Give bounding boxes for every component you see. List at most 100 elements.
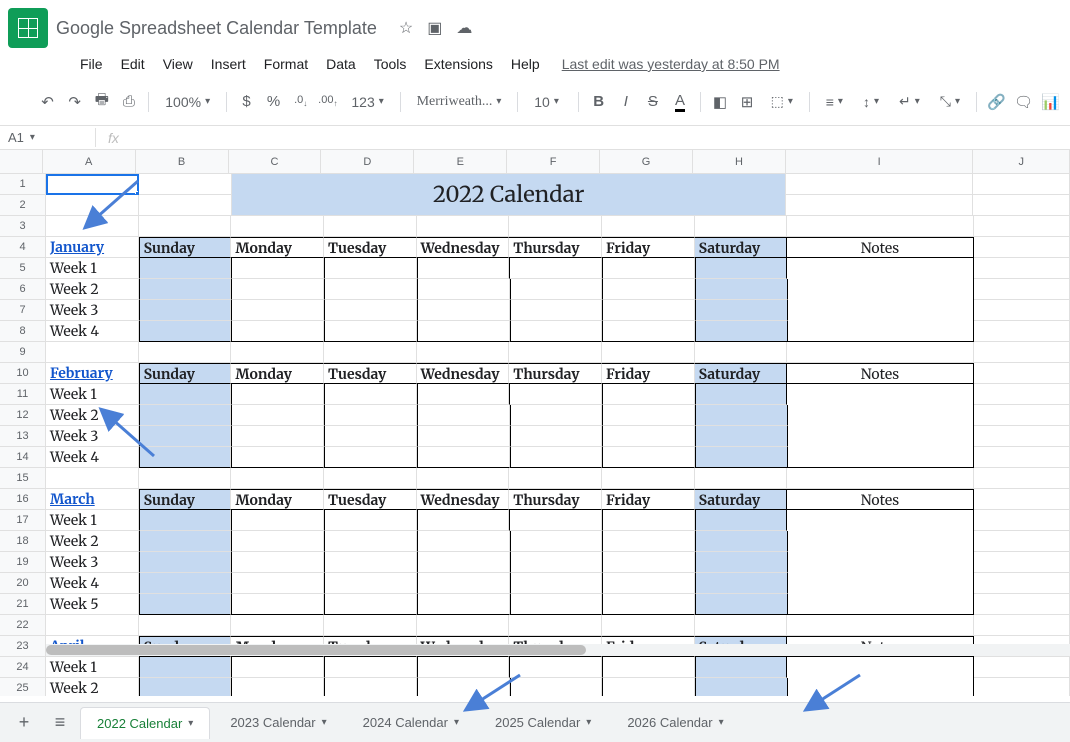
- redo-button[interactable]: ↷: [63, 88, 86, 116]
- sheets-logo[interactable]: [8, 8, 48, 48]
- day-header[interactable]: Sunday: [139, 489, 232, 510]
- wrap-button[interactable]: ↵▾: [891, 93, 928, 110]
- day-header[interactable]: Wednesday: [417, 363, 510, 384]
- cell[interactable]: [324, 678, 417, 696]
- cell[interactable]: [786, 174, 973, 195]
- notes-cell[interactable]: [787, 510, 973, 615]
- row-header-12[interactable]: 12: [0, 405, 46, 426]
- italic-button[interactable]: I: [614, 88, 637, 116]
- cell[interactable]: [974, 300, 1070, 321]
- cell[interactable]: [974, 531, 1070, 552]
- week-label[interactable]: Week 4: [46, 573, 139, 594]
- select-all-corner[interactable]: [0, 150, 43, 173]
- cell[interactable]: [974, 363, 1070, 384]
- cell[interactable]: [417, 615, 510, 636]
- day-header[interactable]: Friday: [602, 237, 695, 258]
- cell[interactable]: [139, 258, 232, 279]
- cell[interactable]: [417, 279, 510, 300]
- column-header-C[interactable]: C: [229, 150, 322, 174]
- cell[interactable]: [417, 552, 510, 573]
- cell-A1[interactable]: [46, 174, 139, 195]
- day-header[interactable]: Friday: [602, 489, 695, 510]
- column-header-G[interactable]: G: [600, 150, 693, 174]
- row-header-8[interactable]: 8: [0, 321, 46, 342]
- cell[interactable]: [974, 321, 1070, 342]
- cell[interactable]: [695, 216, 788, 237]
- cell[interactable]: [974, 678, 1070, 696]
- cell[interactable]: [231, 573, 324, 594]
- cell[interactable]: [231, 426, 324, 447]
- row-header-7[interactable]: 7: [0, 300, 46, 321]
- cell[interactable]: [231, 468, 324, 489]
- cell[interactable]: [973, 195, 1070, 216]
- cell[interactable]: [139, 279, 232, 300]
- cell[interactable]: [602, 447, 695, 468]
- week-label[interactable]: Week 3: [46, 426, 139, 447]
- cell[interactable]: [231, 678, 324, 696]
- cell[interactable]: [139, 321, 232, 342]
- cell[interactable]: [46, 468, 139, 489]
- zoom-select[interactable]: 100%▾: [157, 94, 218, 110]
- chart-button[interactable]: 📊: [1039, 88, 1062, 116]
- column-header-I[interactable]: I: [786, 150, 974, 174]
- comment-button[interactable]: 🗨: [1012, 88, 1035, 116]
- increase-decimal-button[interactable]: .00↑: [316, 88, 339, 116]
- cell[interactable]: [602, 216, 695, 237]
- cell[interactable]: [324, 321, 417, 342]
- row-header-25[interactable]: 25: [0, 678, 46, 696]
- cell[interactable]: [509, 258, 602, 279]
- horizontal-scrollbar[interactable]: [46, 644, 1070, 656]
- sheet-tab-2022-calendar[interactable]: 2022 Calendar▾: [80, 707, 210, 739]
- cell[interactable]: [974, 342, 1070, 363]
- week-label[interactable]: Week 2: [46, 678, 139, 696]
- cell[interactable]: [139, 657, 232, 678]
- cell[interactable]: [974, 489, 1070, 510]
- cell[interactable]: [139, 468, 232, 489]
- cell[interactable]: [974, 405, 1070, 426]
- cell[interactable]: [139, 510, 232, 531]
- font-size-select[interactable]: 10▾: [526, 94, 570, 110]
- add-sheet-button[interactable]: +: [8, 707, 40, 739]
- cell[interactable]: [139, 594, 232, 615]
- cell[interactable]: [695, 573, 788, 594]
- cell[interactable]: [509, 468, 602, 489]
- cell[interactable]: [974, 552, 1070, 573]
- cell[interactable]: [974, 594, 1070, 615]
- cell[interactable]: [787, 342, 973, 363]
- month-link-february[interactable]: February: [46, 363, 139, 384]
- strike-button[interactable]: S: [641, 88, 664, 116]
- cell[interactable]: [509, 342, 602, 363]
- undo-button[interactable]: ↶: [36, 88, 59, 116]
- notes-cell[interactable]: [787, 657, 973, 696]
- cell[interactable]: [510, 531, 603, 552]
- cell[interactable]: [695, 384, 788, 405]
- day-header[interactable]: Saturday: [695, 363, 788, 384]
- month-link-january[interactable]: January: [46, 237, 139, 258]
- cell[interactable]: [695, 657, 788, 678]
- cell[interactable]: [231, 279, 324, 300]
- cell[interactable]: [139, 426, 232, 447]
- cell[interactable]: [417, 384, 510, 405]
- day-header[interactable]: Thursday: [509, 489, 602, 510]
- cell[interactable]: [139, 531, 232, 552]
- day-header[interactable]: Tuesday: [324, 363, 417, 384]
- day-header[interactable]: Thursday: [509, 237, 602, 258]
- cell[interactable]: [417, 405, 510, 426]
- cell[interactable]: [417, 216, 510, 237]
- cell[interactable]: [46, 342, 139, 363]
- day-header[interactable]: Tuesday: [324, 489, 417, 510]
- cell[interactable]: [231, 531, 324, 552]
- cell[interactable]: [139, 195, 232, 216]
- cell[interactable]: [139, 216, 232, 237]
- cell[interactable]: [695, 552, 788, 573]
- day-header[interactable]: Sunday: [139, 237, 232, 258]
- day-header[interactable]: Monday: [231, 363, 324, 384]
- cell[interactable]: [510, 552, 603, 573]
- cell[interactable]: [139, 447, 232, 468]
- week-label[interactable]: Week 4: [46, 321, 139, 342]
- text-color-button[interactable]: A: [668, 88, 691, 116]
- star-icon[interactable]: ☆: [399, 18, 413, 38]
- row-header-16[interactable]: 16: [0, 489, 46, 510]
- cell[interactable]: [510, 447, 603, 468]
- cell[interactable]: [602, 615, 695, 636]
